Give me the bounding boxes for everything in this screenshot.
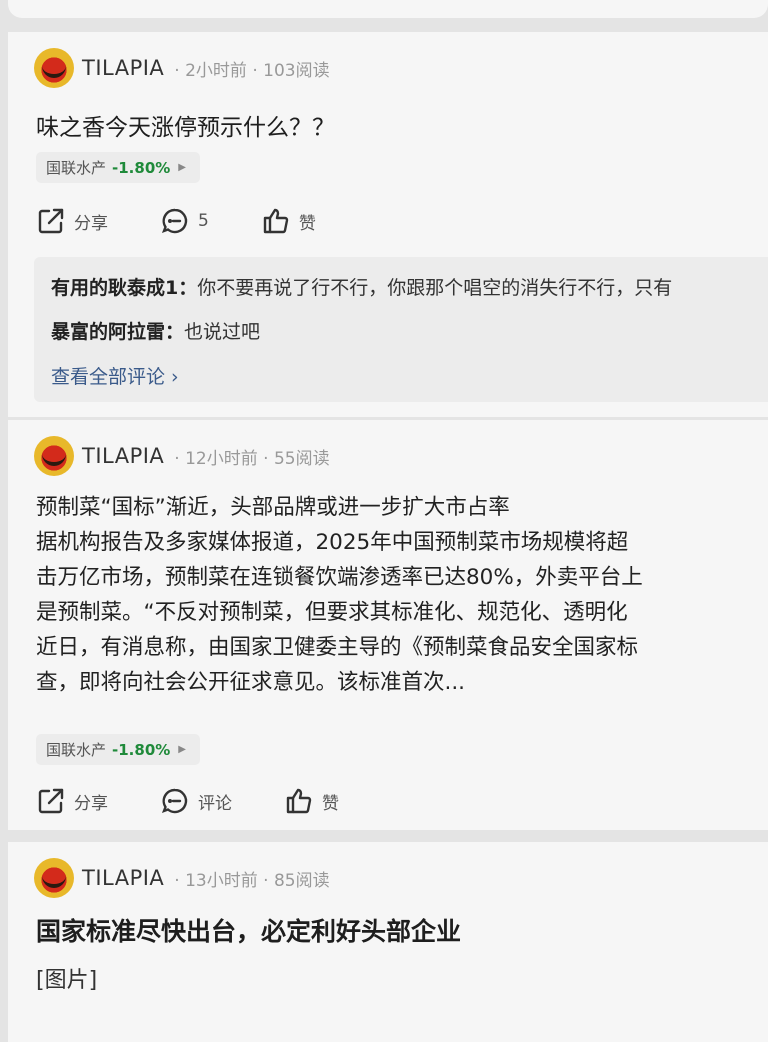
avatar[interactable] [34, 48, 74, 88]
image-placeholder[interactable]: [图片] [36, 962, 97, 994]
post-body-line: 是预制菜。“不反对预制菜，但要求其标准化、规范化、透明化 [36, 600, 628, 625]
thumbs-up-icon [286, 788, 312, 814]
avatar[interactable] [34, 858, 74, 898]
like-label: 赞 [322, 793, 339, 814]
post-card[interactable]: TILAPIA · 2小时前 · 103阅读 味之香今天涨停预示什么？？ 国联水… [8, 32, 768, 417]
comment-text: 也说过吧 [184, 321, 261, 343]
post-body-line: 击万亿市场，预制菜在连锁餐饮端渗透率已达80%，外卖平台上 [36, 565, 643, 590]
triangle-right-icon: ▶ [178, 162, 186, 173]
comment-button[interactable]: 5 [160, 206, 209, 236]
stock-tag[interactable]: 国联水产 -1.80% ▶ [36, 152, 200, 183]
post-header: TILAPIA · 13小时前 · 85阅读 [34, 858, 330, 898]
share-icon [38, 788, 64, 814]
stock-name: 国联水产 [46, 741, 107, 759]
comment-icon [161, 208, 188, 234]
avatar[interactable] [34, 436, 74, 476]
comment-item: 暴富的阿拉雷：也说过吧 [51, 317, 260, 344]
share-button[interactable]: 分享 [36, 786, 108, 816]
post-card[interactable]: TILAPIA · 12小时前 · 55阅读 预制菜“国标”渐近，头部品牌或进一… [8, 420, 768, 830]
action-bar: 分享 评论 赞 [36, 786, 391, 816]
comment-preview[interactable]: 有用的耿泰成1：你不要再说了行不行，你跟那个唱空的消失行不行，只有 暴富的阿拉雷… [34, 257, 768, 402]
comment-item: 有用的耿泰成1：你不要再说了行不行，你跟那个唱空的消失行不行，只有 [51, 273, 672, 300]
comment-text: 你不要再说了行不行，你跟那个唱空的消失行不行，只有 [197, 277, 673, 299]
post-meta: · 13小时前 · 85阅读 [174, 870, 330, 891]
stock-name: 国联水产 [46, 159, 107, 177]
comment-label: 评论 [198, 793, 232, 814]
triangle-right-icon: ▶ [178, 744, 186, 755]
post-body-line: 预制菜“国标”渐近，头部品牌或进一步扩大市占率 [36, 495, 510, 520]
post-body-line: 查，即将向社会公开征求意见。该标准首次... [36, 670, 466, 695]
like-button[interactable]: 赞 [284, 786, 339, 816]
share-label: 分享 [74, 793, 108, 814]
stock-change: -1.80% [112, 158, 171, 177]
comment-icon [161, 788, 188, 814]
post-title[interactable]: 国家标准尽快出台，必定利好头部企业 [36, 912, 461, 948]
comment-author[interactable]: 暴富的阿拉雷： [51, 321, 184, 343]
action-bar: 分享 5 赞 [36, 206, 368, 236]
post-body-line: 近日，有消息称，由国家卫健委主导的《预制菜食品安全国家标 [36, 635, 639, 660]
post-header: TILAPIA · 2小时前 · 103阅读 [34, 48, 330, 88]
username[interactable]: TILAPIA [82, 444, 164, 468]
post-title[interactable]: 味之香今天涨停预示什么？？ [36, 108, 335, 142]
comment-count: 5 [198, 211, 209, 231]
comment-author[interactable]: 有用的耿泰成1： [51, 277, 197, 299]
username[interactable]: TILAPIA [82, 866, 164, 890]
post-body-line: 据机构报告及多家媒体报道，2025年中国预制菜市场规模将超 [36, 530, 629, 555]
post-meta: · 12小时前 · 55阅读 [174, 448, 330, 469]
username[interactable]: TILAPIA [82, 56, 164, 80]
like-label: 赞 [298, 213, 316, 234]
comment-button[interactable]: 评论 [160, 786, 232, 816]
thumbs-up-icon [263, 208, 289, 234]
share-button[interactable]: 分享 [36, 206, 108, 236]
stock-tag[interactable]: 国联水产 -1.80% ▶ [36, 734, 200, 765]
post-card[interactable]: TILAPIA · 13小时前 · 85阅读 国家标准尽快出台，必定利好头部企业… [8, 842, 768, 1042]
share-label: 分享 [74, 213, 108, 234]
post-header: TILAPIA · 12小时前 · 55阅读 [34, 436, 330, 476]
stock-change: -1.80% [112, 740, 171, 759]
previous-post-card [8, 0, 768, 18]
view-all-comments-link[interactable]: 查看全部评论 › [51, 362, 179, 389]
like-button[interactable]: 赞 [261, 206, 316, 236]
share-icon [38, 208, 64, 234]
post-meta: · 2小时前 · 103阅读 [174, 60, 330, 81]
post-body[interactable]: 预制菜“国标”渐近，头部品牌或进一步扩大市占率 据机构报告及多家媒体报道，202… [36, 490, 643, 700]
